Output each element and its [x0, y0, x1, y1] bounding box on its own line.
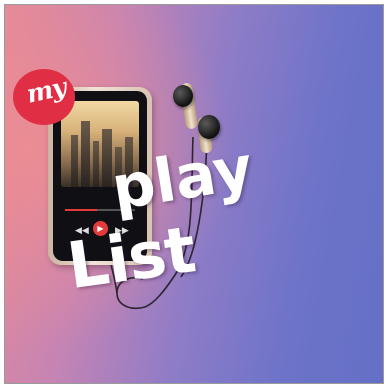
earphones-icon — [173, 85, 193, 107]
playlist-cover-art: ◀◀ ▶ ▶▶ my play List — [4, 4, 384, 384]
earbud-right-icon — [198, 115, 220, 139]
playback-progress-fill — [65, 209, 97, 211]
